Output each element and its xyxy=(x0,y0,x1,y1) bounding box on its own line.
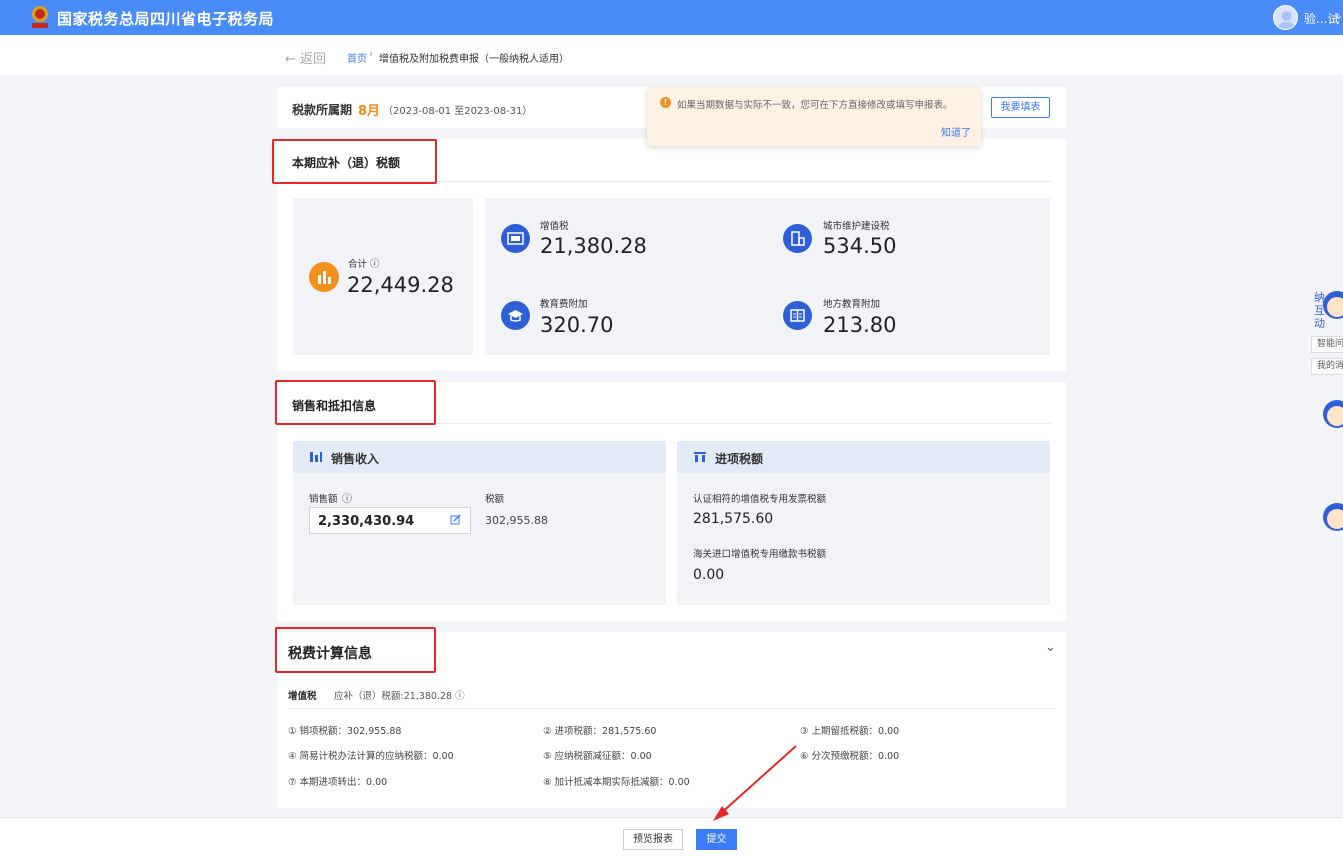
sales-icon xyxy=(310,452,322,462)
sales-income-title: 销售收入 xyxy=(331,452,380,466)
certified-invoice-label: 认证相符的增值税专用发票税额 xyxy=(693,494,827,505)
calc-item: ⑤ 应纳税额减征额：0.00 xyxy=(543,751,652,762)
calc-item: ④ 简易计税办法计算的应纳税额：0.00 xyxy=(288,751,454,762)
edu-surcharge-value: 320.70 xyxy=(540,313,614,337)
local-edu-value: 213.80 xyxy=(823,313,897,337)
vat-label: 增值税 xyxy=(540,221,569,232)
tip-text: 如果当期数据与实际不一致，您可在下方直接修改或填写申报表。 xyxy=(677,100,953,111)
chevron-down-icon[interactable]: ⌄ xyxy=(1334,9,1343,22)
edit-icon[interactable] xyxy=(450,514,461,525)
period-range: （2023-08-01 至2023-08-31） xyxy=(383,106,533,117)
sales-tax-label: 税额 xyxy=(485,494,505,505)
breadcrumb-current: 增值税及附加税费申报（一般纳税人适用） xyxy=(379,54,569,65)
breadcrumb-home[interactable]: 首页 xyxy=(347,50,367,65)
tip-dismiss-link[interactable]: 知道了 xyxy=(941,124,971,139)
tax-ticket-icon xyxy=(501,224,530,253)
breadcrumb-bar: ← 返回 首页 › 增值税及附加税费申报（一般纳税人适用） xyxy=(0,35,1343,75)
info-icon[interactable]: ⓘ xyxy=(342,490,352,505)
period-month: 8月 xyxy=(358,104,381,119)
certified-invoice-value: 281,575.60 xyxy=(693,511,774,527)
city-tax-value: 534.50 xyxy=(823,234,897,258)
user-icon xyxy=(1277,11,1296,29)
my-messages-button[interactable]: 我的消息 xyxy=(1311,358,1343,375)
highlight-box xyxy=(272,139,437,184)
breadcrumb-separator: › xyxy=(369,49,373,60)
customs-value: 0.00 xyxy=(693,567,725,583)
warning-icon: ! xyxy=(660,97,671,108)
preview-report-button[interactable]: 预览报表 xyxy=(623,829,683,850)
highlight-box xyxy=(275,380,436,425)
assistant-mascot-icon[interactable] xyxy=(1311,394,1343,440)
sales-amount-value[interactable]: 2,330,430.94 xyxy=(318,514,414,529)
submit-button[interactable]: 提交 xyxy=(696,829,737,850)
edu-surcharge-label: 教育费附加 xyxy=(540,299,588,310)
calc-item: ⑧ 加计抵减本期实际抵减额：0.00 xyxy=(543,777,690,788)
local-edu-label: 地方教育附加 xyxy=(823,299,881,310)
divider xyxy=(288,708,1055,709)
city-tax-label: 城市维护建设税 xyxy=(823,221,890,232)
collapse-chevron-icon[interactable]: ⌄ xyxy=(1045,640,1056,655)
calc-item: ⑥ 分次预缴税额：0.00 xyxy=(800,751,900,762)
calc-item: ⑦ 本期进项转出：0.00 xyxy=(288,777,388,788)
info-tip-popover: ! 如果当期数据与实际不一致，您可在下方直接修改或填写申报表。 知道了 xyxy=(647,87,981,146)
bar-chart-icon xyxy=(309,262,339,292)
sales-income-header: 销售收入 xyxy=(293,441,666,473)
building-icon xyxy=(783,224,812,253)
tax-emblem-icon xyxy=(32,6,48,28)
back-link[interactable]: ← 返回 xyxy=(285,48,326,67)
fill-form-button[interactable]: 我要填表 xyxy=(991,97,1050,118)
sales-amount-label: 销售额 xyxy=(309,494,338,505)
assistant-mascot-icon[interactable]: 纳 互 动 xyxy=(1311,283,1343,330)
graduation-cap-icon xyxy=(501,301,530,330)
input-tax-icon xyxy=(694,452,706,462)
period-label: 税款所属期 xyxy=(292,103,353,117)
calc-item: ② 进项税额：281,575.60 xyxy=(543,726,657,737)
sales-tax-value: 302,955.88 xyxy=(485,514,548,527)
assistant-mascot-icon[interactable] xyxy=(1311,495,1343,541)
svg-text:动: 动 xyxy=(1314,317,1325,329)
input-tax-title: 进项税额 xyxy=(715,452,764,466)
sales-amount-input[interactable]: 2,330,430.94 xyxy=(309,507,471,534)
site-title: 国家税务总局四川省电子税务局 xyxy=(57,10,275,28)
smart-qa-button[interactable]: 智能问答 xyxy=(1311,336,1343,353)
svg-text:互: 互 xyxy=(1314,304,1325,317)
user-avatar[interactable] xyxy=(1273,5,1298,30)
calc-item: ① 销项税额：302,955.88 xyxy=(288,726,402,737)
total-label: 合计 ⓘ xyxy=(348,259,380,270)
vat-section-label: 增值税 xyxy=(288,691,317,702)
book-icon xyxy=(783,301,812,330)
vat-due-text: 应补（退）税额:21,380.28 ⓘ xyxy=(334,691,465,702)
customs-label: 海关进口增值税专用缴款书税额 xyxy=(693,549,827,560)
svg-text:纳: 纳 xyxy=(1314,291,1325,304)
input-tax-header: 进项税额 xyxy=(677,441,1050,473)
vat-value: 21,380.28 xyxy=(540,234,647,258)
highlight-box xyxy=(275,627,436,673)
calc-item: ③ 上期留抵税额：0.00 xyxy=(800,726,900,737)
total-value: 22,449.28 xyxy=(347,273,454,297)
top-header: 国家税务总局四川省电子税务局 验...试 ⌄ xyxy=(0,0,1343,35)
